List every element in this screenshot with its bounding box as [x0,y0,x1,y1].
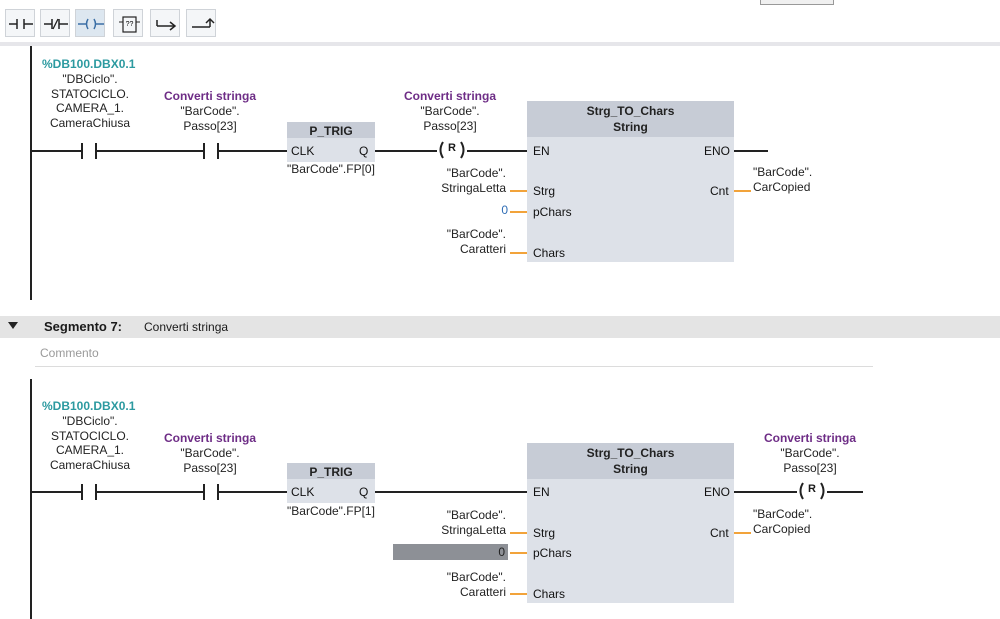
chars-pin: Chars [533,246,566,260]
pchars-value[interactable]: 0 [490,203,508,217]
ptrig-title: P_TRIG [309,124,353,138]
rung-wire [375,491,527,493]
param-wire [510,190,527,192]
strg-to-chars-block[interactable]: Strg_TO_Chars String EN ENO Strg Cnt pCh… [527,443,734,603]
rung-wire [467,150,527,152]
coil-operand[interactable]: "BarCode". Passo[23] [390,104,510,133]
ptrig-operand[interactable]: "BarCode".FP[0] [270,162,392,177]
contact-address: %DB100.DBX0.1 [42,57,136,71]
segment-description[interactable]: Converti stringa [144,320,228,334]
chars-operand[interactable]: "BarCode". Caratteri [420,227,506,256]
param-wire [510,552,527,554]
eno-wire [734,150,768,152]
ptrig-block[interactable]: P_TRIG CLK Q [287,463,375,503]
coil-comment: Converti stringa [763,431,856,445]
pchars-pin: pChars [533,546,572,560]
rung-wire [219,150,287,152]
svg-text:??: ?? [126,21,134,28]
block-type: String [613,462,648,476]
ptrig-clk-pin: CLK [291,485,315,499]
block-title: Strg_TO_Chars [586,104,675,118]
contact-operand[interactable]: "BarCode". Passo[23] [150,104,270,133]
pchars-value: 0 [498,545,505,559]
window-frame-fragment [760,0,834,5]
coil-symbol: R [448,142,456,154]
collapse-arrow-icon[interactable] [8,322,18,329]
contact-operand[interactable]: "DBCiclo". STATOCICLO. CAMERA_1. CameraC… [30,414,150,472]
segment-comment-field[interactable]: Commento [35,342,873,367]
toolbar-divider [0,42,1000,46]
en-pin: EN [533,485,550,499]
reset-coil[interactable]: R [797,482,827,500]
rung-wire [219,491,287,493]
cnt-operand[interactable]: "BarCode". CarCopied [753,165,833,194]
cnt-pin: Cnt [710,526,729,540]
param-wire [510,211,527,213]
param-wire [510,532,527,534]
coil-symbol: R [808,483,816,495]
close-branch-icon[interactable] [186,9,216,37]
rung-wire [31,491,81,493]
chars-operand[interactable]: "BarCode". Caratteri [420,570,506,599]
ptrig-block[interactable]: P_TRIG CLK Q [287,122,375,162]
param-wire [734,190,751,192]
contact-operand[interactable]: "BarCode". Passo[23] [150,446,270,475]
ptrig-title: P_TRIG [309,465,353,479]
pchars-pin: pChars [533,205,572,219]
chars-pin: Chars [533,587,566,601]
reset-coil[interactable]: R [437,141,467,159]
strg-pin: Strg [533,526,556,540]
ptrig-q-pin: Q [359,144,369,158]
contact-comment: Converti stringa [163,89,256,103]
param-wire [510,252,527,254]
ptrig-operand[interactable]: "BarCode".FP[1] [270,504,392,519]
rung-wire [97,150,203,152]
pchars-value-field[interactable]: 0 [393,544,508,560]
segment-header[interactable]: Segmento 7: Converti stringa [0,316,1000,338]
no-contact-icon[interactable] [5,9,35,37]
contact-operand[interactable]: "DBCiclo". STATOCICLO. CAMERA_1. CameraC… [30,72,150,130]
strg-to-chars-block[interactable]: Strg_TO_Chars String EN ENO Strg Cnt pCh… [527,101,734,262]
coil-comment: Converti stringa [403,89,496,103]
block-type: String [613,120,648,134]
rung-wire [827,491,863,493]
coil-operand[interactable]: "BarCode". Passo[23] [750,446,870,475]
nc-contact-icon[interactable] [40,9,70,37]
block-title: Strg_TO_Chars [586,446,675,460]
strg-operand[interactable]: "BarCode". StringaLetta [420,508,506,537]
eno-pin: ENO [704,485,731,499]
param-wire [510,593,527,595]
rung-wire [31,150,81,152]
param-wire [734,532,751,534]
comment-placeholder: Commento [40,346,99,360]
strg-pin: Strg [533,184,556,198]
en-pin: EN [533,144,550,158]
strg-operand[interactable]: "BarCode". StringaLetta [420,166,506,195]
coil-icon[interactable] [75,9,105,37]
empty-box-icon[interactable]: ?? [113,9,143,37]
segment-title: Segmento 7: [44,319,123,334]
eno-pin: ENO [704,144,731,158]
open-branch-icon[interactable] [150,9,180,37]
contact-comment: Converti stringa [163,431,256,445]
contact-address: %DB100.DBX0.1 [42,399,136,413]
cnt-operand[interactable]: "BarCode". CarCopied [753,507,833,536]
ptrig-clk-pin: CLK [291,144,315,158]
eno-wire [734,491,797,493]
cnt-pin: Cnt [710,184,729,198]
rung-wire [375,150,437,152]
ptrig-q-pin: Q [359,485,369,499]
rung-wire [97,491,203,493]
